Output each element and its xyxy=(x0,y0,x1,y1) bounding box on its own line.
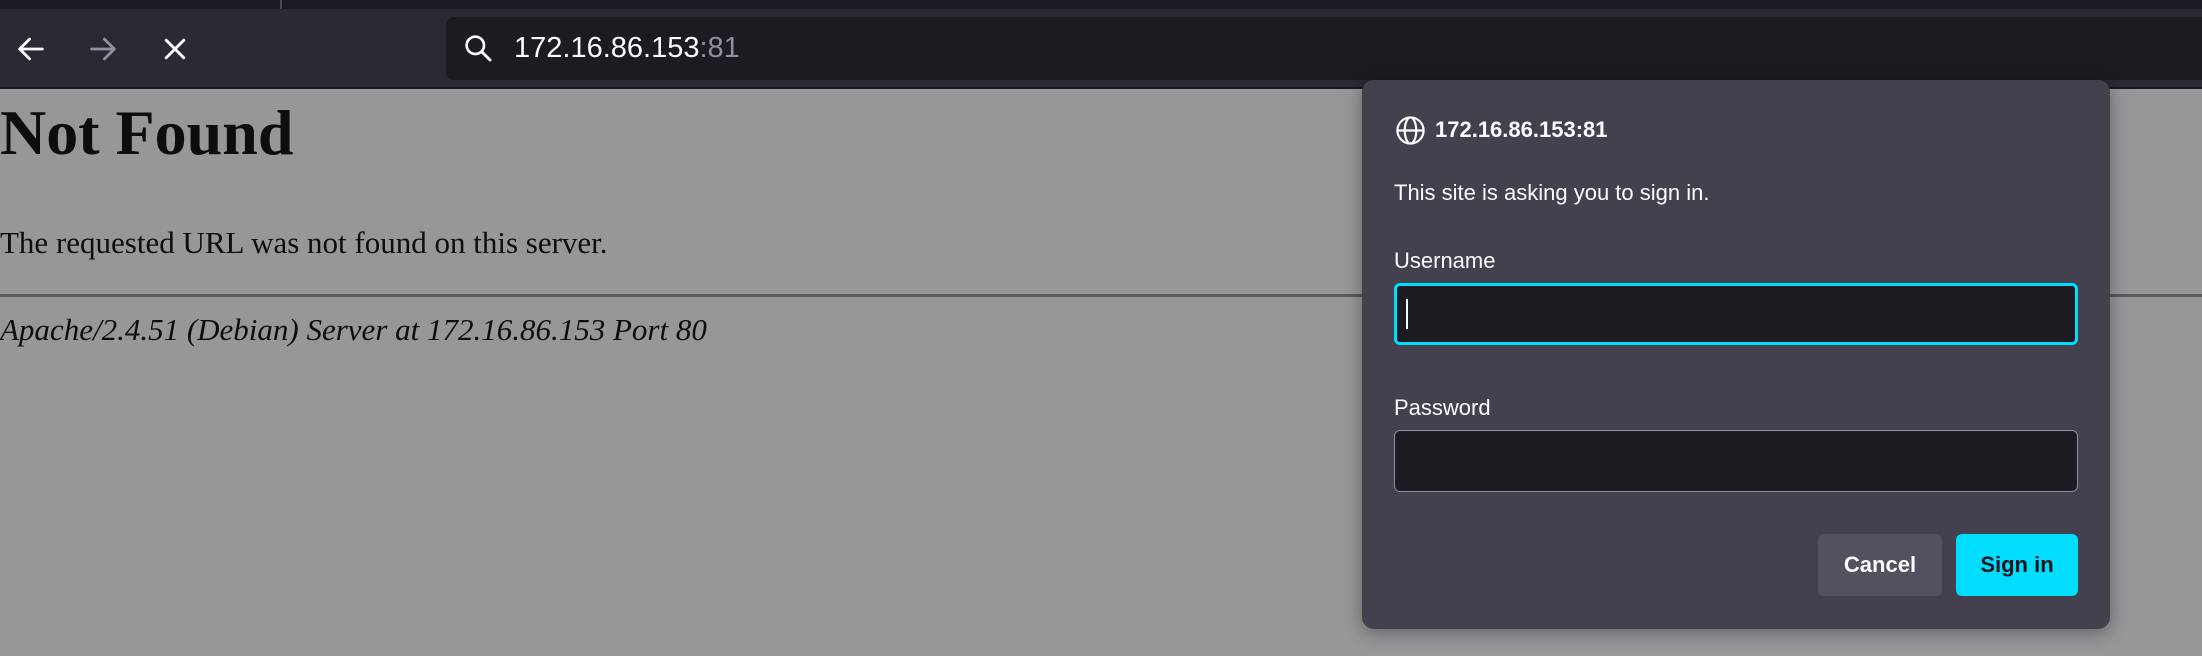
url-host: 172.16.86.153 xyxy=(514,32,700,64)
dialog-header: 172.16.86.153:81 xyxy=(1394,112,1608,148)
url-bar[interactable]: 172.16.86.153:81 xyxy=(446,17,2202,80)
text-cursor xyxy=(1406,299,1408,329)
url-text[interactable]: 172.16.86.153:81 xyxy=(514,17,740,80)
url-port: :81 xyxy=(699,32,740,64)
password-label: Password xyxy=(1394,395,1491,420)
cancel-button[interactable]: Cancel xyxy=(1818,534,1942,596)
server-signature: Apache/2.4.51 (Debian) Server at 172.16.… xyxy=(0,312,707,347)
auth-dialog: 172.16.86.153:81 This site is asking you… xyxy=(1362,80,2110,629)
close-icon xyxy=(164,38,186,60)
back-arrow-icon xyxy=(18,37,44,61)
tab-strip xyxy=(0,0,2202,9)
password-field[interactable] xyxy=(1394,430,2078,492)
back-button[interactable] xyxy=(6,24,56,74)
tab-divider xyxy=(280,0,282,9)
username-field[interactable] xyxy=(1394,283,2078,345)
dialog-origin: 172.16.86.153:81 xyxy=(1435,117,1608,142)
sign-in-button[interactable]: Sign in xyxy=(1956,534,2078,596)
error-message: The requested URL was not found on this … xyxy=(0,225,608,260)
dialog-message: This site is asking you to sign in. xyxy=(1394,180,1710,205)
forward-button[interactable] xyxy=(78,24,128,74)
stop-button[interactable] xyxy=(150,24,200,74)
search-icon xyxy=(465,35,492,62)
browser-toolbar: 172.16.86.153:81 xyxy=(0,0,2202,89)
username-label: Username xyxy=(1394,248,1496,273)
forward-arrow-icon xyxy=(90,37,116,61)
page-heading: Not Found xyxy=(0,97,294,168)
globe-icon xyxy=(1396,115,1425,145)
